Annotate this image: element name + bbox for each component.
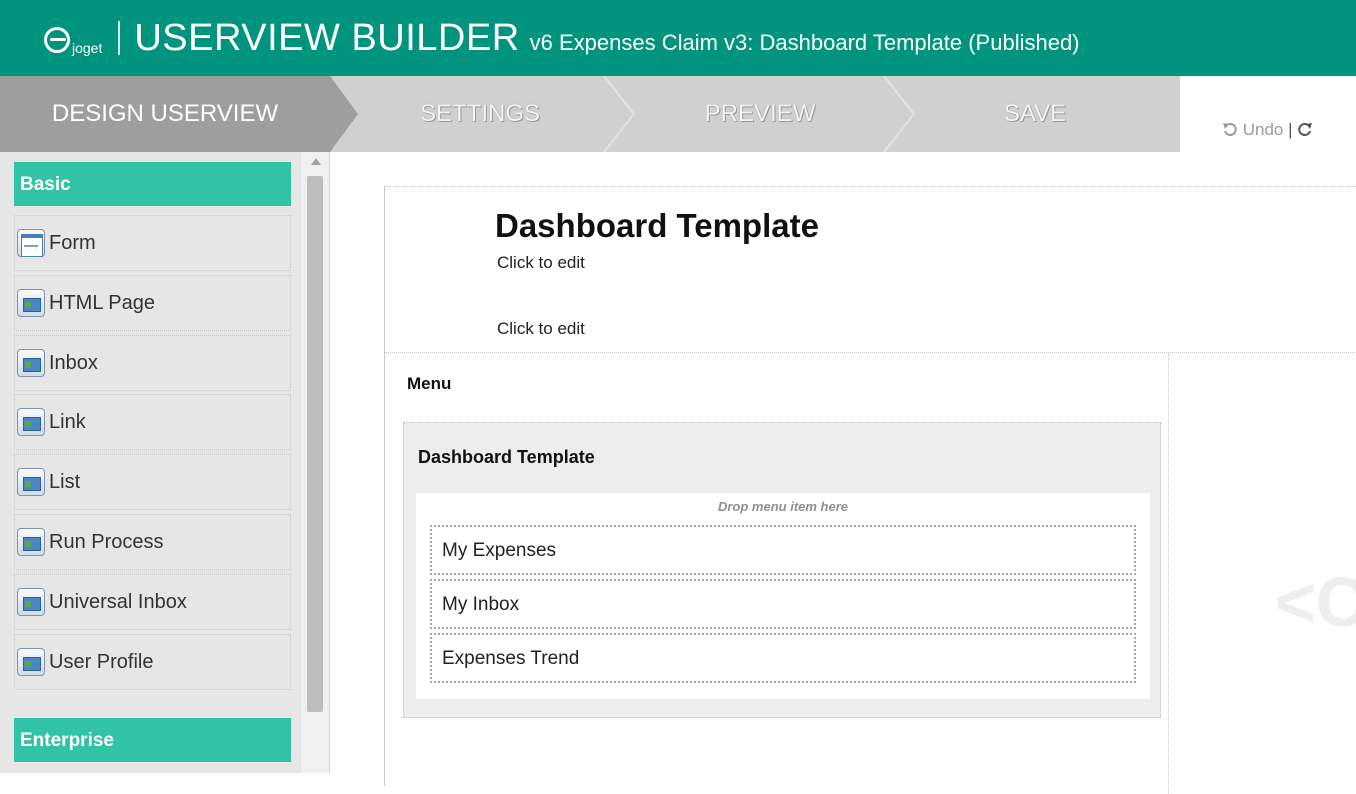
- tab-divider-chevron-icon: [603, 76, 636, 152]
- userview-header-zone[interactable]: Dashboard Template Click to edit Click t…: [385, 187, 1356, 353]
- palette-item-universal-inbox[interactable]: Universal Inbox: [14, 574, 291, 630]
- element-icon: [17, 408, 45, 436]
- palette-item-list[interactable]: List: [14, 454, 291, 510]
- header-divider: [118, 21, 121, 55]
- undo-icon: [1223, 123, 1237, 136]
- element-icon: [17, 289, 45, 317]
- tab-save[interactable]: SAVE: [920, 76, 1150, 152]
- userview-frame: Dashboard Template Click to edit Click t…: [384, 186, 1356, 794]
- menu-items-container: Drop menu item here My Expenses My Inbox…: [416, 493, 1150, 699]
- tab-settings[interactable]: SETTINGS: [360, 76, 600, 152]
- scroll-up-arrow-icon[interactable]: [311, 158, 321, 165]
- palette-item-form[interactable]: Form: [14, 215, 291, 271]
- tab-divider-chevron-icon: [883, 76, 916, 152]
- form-icon: [17, 229, 45, 257]
- app-header: joget USERVIEW BUILDER v6 Expenses Claim…: [0, 0, 1356, 76]
- element-icon: [17, 588, 45, 616]
- menu-label: Menu: [407, 374, 452, 393]
- palette-item-html-page[interactable]: HTML Page: [14, 275, 291, 331]
- tab-preview[interactable]: PREVIEW: [640, 76, 880, 152]
- builder-tabs: DESIGN USERVIEW SETTINGS PREVIEW SAVE: [0, 76, 1356, 152]
- undo-button[interactable]: Undo: [1222, 120, 1288, 139]
- undo-label: Undo: [1242, 120, 1284, 139]
- palette-item-label: Link: [49, 410, 86, 433]
- menu-category[interactable]: Dashboard Template Drop menu item here M…: [403, 422, 1161, 718]
- palette-item-label: User Profile: [49, 650, 154, 673]
- palette-scrollbar[interactable]: [301, 152, 329, 773]
- joget-logo: joget: [44, 27, 103, 56]
- palette-item-label: List: [49, 470, 81, 493]
- drop-hint: Drop menu item here: [717, 499, 849, 514]
- palette-item-label: Universal Inbox: [49, 590, 187, 613]
- click-to-edit-description[interactable]: Click to edit: [497, 253, 585, 273]
- palette-section-enterprise[interactable]: Enterprise: [14, 718, 291, 762]
- logo-text: joget: [72, 40, 103, 56]
- app-subtitle: v6 Expenses Claim v3: Dashboard Template…: [529, 30, 1080, 55]
- palette-item-label: Form: [49, 231, 96, 254]
- userview-title[interactable]: Dashboard Template: [495, 207, 819, 245]
- palette-section-basic[interactable]: Basic: [14, 162, 291, 206]
- palette-item-label: HTML Page: [49, 291, 155, 314]
- joget-logo-icon: [44, 27, 70, 53]
- design-canvas: Dashboard Template Click to edit Click t…: [331, 152, 1356, 794]
- menu-item-expenses-trend[interactable]: Expenses Trend: [430, 633, 1136, 683]
- builder-title: USERVIEW BUILDER: [134, 17, 520, 59]
- undo-redo-toolbar: Undo |: [1222, 120, 1313, 140]
- click-to-edit-welcome[interactable]: Click to edit: [497, 319, 585, 339]
- element-palette: Basic Form HTML Page Inbox Link List Run…: [0, 152, 330, 773]
- palette-item-inbox[interactable]: Inbox: [14, 335, 291, 391]
- toolbar-separator: |: [1288, 120, 1293, 139]
- menu-column: Menu Dashboard Template Drop menu item h…: [385, 354, 1169, 794]
- palette-item-label: Inbox: [49, 351, 98, 374]
- menu-item-my-expenses[interactable]: My Expenses: [430, 525, 1136, 575]
- palette-item-link[interactable]: Link: [14, 394, 291, 450]
- element-icon: [17, 349, 45, 377]
- element-icon: [17, 468, 45, 496]
- redo-icon[interactable]: [1297, 121, 1313, 137]
- tab-design-userview[interactable]: DESIGN USERVIEW: [0, 76, 358, 152]
- content-placeholder-text: <C: [1275, 563, 1356, 641]
- tab-bar: DESIGN USERVIEW SETTINGS PREVIEW SAVE: [0, 76, 1180, 152]
- element-icon: [17, 648, 45, 676]
- category-title[interactable]: Dashboard Template: [418, 447, 595, 468]
- palette-item-run-process[interactable]: Run Process: [14, 514, 291, 570]
- element-icon: [17, 528, 45, 556]
- palette-item-label: Run Process: [49, 530, 164, 553]
- scrollbar-thumb[interactable]: [307, 176, 323, 712]
- menu-item-my-inbox[interactable]: My Inbox: [430, 579, 1136, 629]
- palette-item-user-profile[interactable]: User Profile: [14, 634, 291, 690]
